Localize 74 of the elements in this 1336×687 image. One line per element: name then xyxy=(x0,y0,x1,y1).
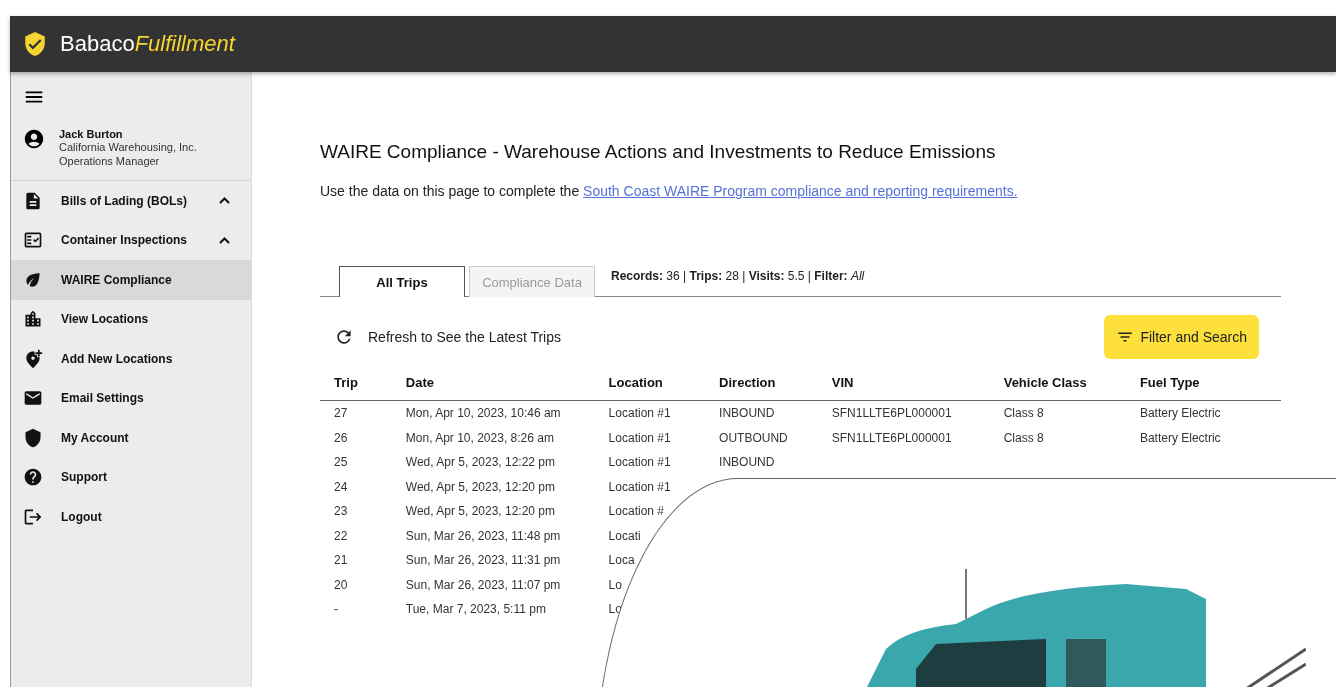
table-cell-text: 24 xyxy=(333,478,349,496)
table-cell-text: Lo xyxy=(607,601,623,619)
column-header: Trip xyxy=(320,369,392,401)
table-cell: 27 xyxy=(320,400,392,426)
table-cell-text: INBOUND xyxy=(718,454,776,472)
table-cell: Location #1 xyxy=(594,400,706,426)
summary-text: Records: 36 | Trips: 28 | Visits: 5.5 | Filter: All xyxy=(611,268,865,283)
table-cell-text: 21 xyxy=(333,552,349,570)
table-cell-text: 20 xyxy=(333,576,349,594)
filter-button[interactable]: Filter and Search xyxy=(1104,315,1259,359)
tab[interactable]: All Trips xyxy=(339,266,465,297)
add-pin-icon xyxy=(23,348,43,369)
sidebar-item[interactable]: Bills of Lading (BOLs) xyxy=(11,181,251,221)
table-cell-text: Location #1 xyxy=(607,478,672,496)
table-cell-text: SFN1LLTE6PL000001 xyxy=(830,429,953,447)
user-name: Jack Burton xyxy=(59,128,124,140)
table-cell-text: Location #1 xyxy=(607,429,672,447)
table-cell-text: 26 xyxy=(333,429,349,447)
table-cell-text: Battery Electric xyxy=(1138,429,1222,447)
table-cell-text: Locati xyxy=(607,527,642,545)
table-cell-text: Loca xyxy=(607,552,636,570)
column-header: VIN xyxy=(817,369,990,401)
table-cell: INBOUND xyxy=(705,400,818,426)
table-cell-text: Tue, Mar 7, 2023, 5:11 pm xyxy=(404,601,547,619)
table-cell-text: OUTBOUND xyxy=(718,429,789,447)
sidebar-item[interactable]: Container Inspections xyxy=(11,220,251,260)
refresh-icon xyxy=(334,327,354,347)
sidebar-item[interactable]: My Account xyxy=(11,418,251,458)
intro-text: Use the data on this page to complete the South Coast WAIRE Program compliance and reporting requirements. xyxy=(320,183,1019,199)
table-cell-text: 23 xyxy=(333,503,349,521)
checklist-icon xyxy=(23,230,43,251)
sidebar-item[interactable]: Email Settings xyxy=(11,378,251,418)
chevron-up-icon xyxy=(219,197,230,205)
brand-logo: BabacoFulfillment xyxy=(60,31,235,57)
table-cell-text: Sun, Mar 26, 2023, 11:07 pm xyxy=(404,576,562,594)
table-cell-text: Location # xyxy=(607,503,665,521)
sidebar-item[interactable]: Logout xyxy=(11,497,251,537)
table-cell-text: Wed, Apr 5, 2023, 12:20 pm xyxy=(404,478,557,496)
table-cell-text: - xyxy=(333,601,339,619)
sidebar-item[interactable]: Support xyxy=(11,457,251,497)
sidebar-item[interactable]: View Locations xyxy=(11,299,251,339)
sidebar-item[interactable]: Add New Locations xyxy=(11,339,251,379)
chevron-up-icon xyxy=(219,236,230,244)
column-header: Direction xyxy=(705,369,818,401)
shield-check-icon xyxy=(22,31,48,57)
column-header: Fuel Type xyxy=(1125,369,1281,401)
table-cell-text: Mon, Apr 10, 2023, 8:26 am xyxy=(404,429,555,447)
table-cell-text: Sun, Mar 26, 2023, 11:48 pm xyxy=(404,527,562,545)
refresh-button[interactable]: Refresh to See the Latest Trips xyxy=(334,327,561,347)
table-cell-text: Location #1 xyxy=(607,454,672,472)
table-cell-text: Lo xyxy=(607,576,623,594)
table-cell-text: 22 xyxy=(333,527,349,545)
account-icon xyxy=(23,128,45,150)
building-icon xyxy=(23,309,43,330)
table-cell-text: Sun, Mar 26, 2023, 11:31 pm xyxy=(404,552,562,570)
page-title: WAIRE Compliance - Warehouse Actions and Investments to Reduce Emissions xyxy=(320,141,997,163)
user-company: California Warehousing, Inc. xyxy=(59,140,197,154)
table-cell: Class 8 xyxy=(989,400,1126,426)
column-header: Location xyxy=(594,369,706,401)
help-icon xyxy=(23,467,43,488)
table-cell-text: Wed, Apr 5, 2023, 12:20 pm xyxy=(404,503,557,521)
table-cell: SFN1LLTE6PL000001 xyxy=(817,400,990,426)
table-cell: Battery Electric xyxy=(1125,400,1281,426)
column-header: Date xyxy=(391,369,595,401)
column-header: Vehicle Class xyxy=(989,369,1126,401)
document-icon xyxy=(23,190,43,211)
table-cell-text: Wed, Apr 5, 2023, 12:22 pm xyxy=(404,454,557,472)
table-cell-text: 25 xyxy=(333,454,349,472)
table-cell: Mon, Apr 10, 2023, 10:46 am xyxy=(391,400,595,426)
user-role: Operations Manager xyxy=(59,154,161,168)
table-cell-text: Class 8 xyxy=(1002,429,1045,447)
shield-icon xyxy=(23,427,43,448)
program-link[interactable]: South Coast WAIRE Program compliance and reporting requirements. xyxy=(583,183,1018,199)
sidebar-item[interactable]: WAIRE Compliance xyxy=(11,260,251,300)
